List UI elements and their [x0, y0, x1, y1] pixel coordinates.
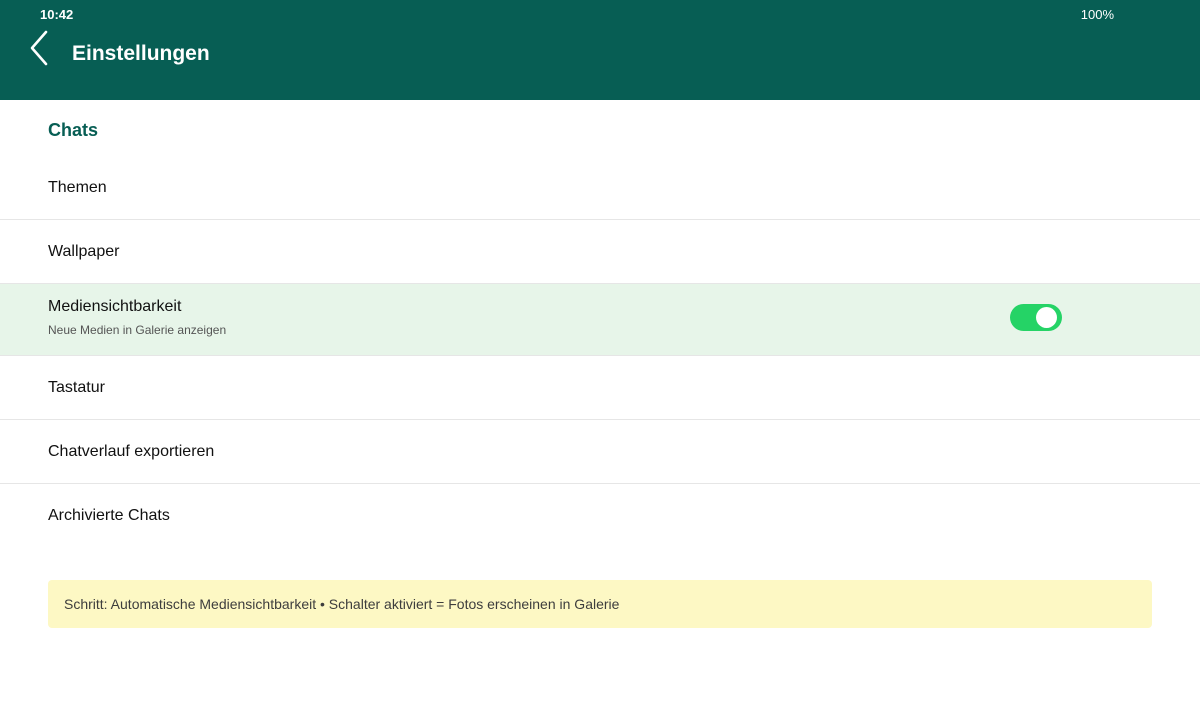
section-title-chats: Chats	[48, 120, 99, 140]
settings-item-tastatur[interactable]: Tastatur	[0, 356, 1200, 420]
chevron-left-icon	[26, 28, 56, 70]
settings-item-label: Themen	[48, 179, 107, 196]
settings-item-mediensichtbarkeit[interactable]: Mediensichtbarkeit Neue Medien in Galeri…	[0, 284, 1200, 356]
settings-item-label: Archivierte Chats	[48, 507, 170, 524]
toggle-knob	[1036, 307, 1057, 328]
settings-item-label: Tastatur	[48, 379, 105, 396]
media-visibility-toggle[interactable]	[1010, 304, 1062, 331]
settings-item-wallpaper[interactable]: Wallpaper	[0, 220, 1200, 284]
settings-item-chatverlauf-exportieren[interactable]: Chatverlauf exportieren	[0, 420, 1200, 484]
settings-item-label: Wallpaper	[48, 243, 120, 260]
settings-item-themen[interactable]: Themen	[0, 156, 1200, 220]
hint-banner: Schritt: Automatische Mediensichtbarkeit…	[48, 580, 1152, 628]
settings-item-sublabel: Neue Medien in Galerie anzeigen	[48, 323, 227, 337]
page-title: Einstellungen	[72, 42, 210, 65]
app-header: 10:42 100% Einstellungen	[0, 0, 1200, 100]
status-time: 10:42	[40, 7, 74, 22]
status-battery: 100%	[1080, 7, 1114, 22]
settings-item-label: Mediensichtbarkeit	[48, 298, 182, 315]
settings-list: Themen Wallpaper Mediensichtbarkeit Neue…	[0, 156, 1200, 548]
settings-item-label: Chatverlauf exportieren	[48, 443, 215, 460]
back-button[interactable]	[26, 28, 56, 70]
settings-item-archivierte-chats[interactable]: Archivierte Chats	[0, 484, 1200, 548]
